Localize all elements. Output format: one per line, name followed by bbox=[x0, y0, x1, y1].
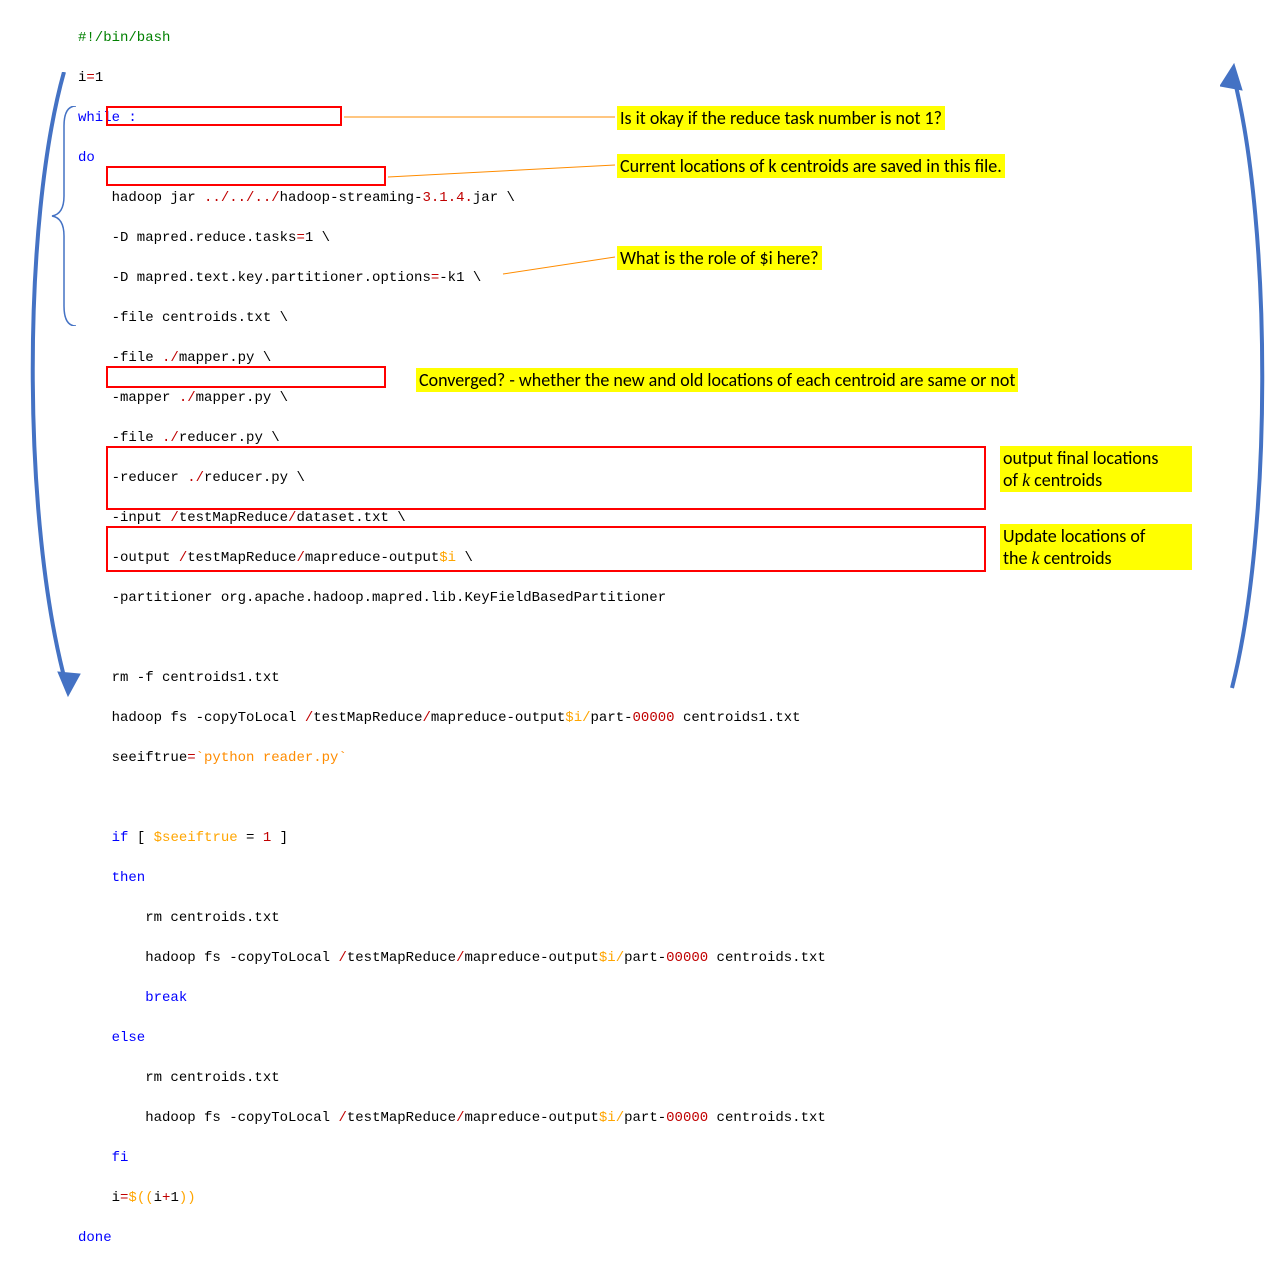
line-copytolocal1: hadoop fs -copyToLocal /testMapReduce/ma… bbox=[78, 708, 826, 728]
brace-hadoop-block bbox=[48, 106, 78, 326]
annot-centroids-file: Current locations of k centroids are sav… bbox=[617, 154, 1005, 178]
annot-update: Update locations of the k centroids bbox=[1000, 524, 1192, 570]
line-file-centroids: -file centroids.txt \ bbox=[78, 308, 826, 328]
line-file-reducer: -file ./reducer.py \ bbox=[78, 428, 826, 448]
line-rm-centroids-2: rm centroids.txt bbox=[78, 1068, 826, 1088]
line-hadoop-jar: hadoop jar ../../../hadoop-streaming-3.1… bbox=[78, 188, 826, 208]
line-file-mapper: -file ./mapper.py \ bbox=[78, 348, 826, 368]
annot-reduce-tasks: Is it okay if the reduce task number is … bbox=[617, 106, 945, 130]
line-output: -output /testMapReduce/mapreduce-output$… bbox=[78, 548, 826, 568]
line-partitioner-options: -D mapred.text.key.partitioner.options=-… bbox=[78, 268, 826, 288]
line-if: if [ $seeiftrue = 1 ] bbox=[78, 828, 826, 848]
line-break: break bbox=[78, 988, 826, 1008]
line-partitioner: -partitioner org.apache.hadoop.mapred.li… bbox=[78, 588, 826, 608]
line-copytolocal3: hadoop fs -copyToLocal /testMapReduce/ma… bbox=[78, 1108, 826, 1128]
code-block: #!/bin/bash i=1 while : do hadoop jar ..… bbox=[78, 8, 826, 1268]
loop-arrow-right bbox=[1220, 60, 1280, 700]
line-copytolocal2: hadoop fs -copyToLocal /testMapReduce/ma… bbox=[78, 948, 826, 968]
line-done: done bbox=[78, 1228, 826, 1248]
annot-converged: Converged? - whether the new and old loc… bbox=[416, 368, 1018, 392]
annot-output-final: output final locations of k centroids bbox=[1000, 446, 1192, 492]
line-rm-centroids-1: rm centroids.txt bbox=[78, 908, 826, 928]
line-seeiftrue: seeiftrue=`python reader.py` bbox=[78, 748, 826, 768]
line-reduce-tasks: -D mapred.reduce.tasks=1 \ bbox=[78, 228, 826, 248]
line-fi: fi bbox=[78, 1148, 826, 1168]
line-else: else bbox=[78, 1028, 826, 1048]
line-input: -input /testMapReduce/dataset.txt \ bbox=[78, 508, 826, 528]
annot-role-i: What is the role of $i here? bbox=[617, 246, 822, 270]
line-then: then bbox=[78, 868, 826, 888]
line-increment: i=$((i+1)) bbox=[78, 1188, 826, 1208]
line-shebang: #!/bin/bash bbox=[78, 28, 826, 48]
line-rm1: rm -f centroids1.txt bbox=[78, 668, 826, 688]
line-i-assign: i=1 bbox=[78, 68, 826, 88]
line-reducer: -reducer ./reducer.py \ bbox=[78, 468, 826, 488]
